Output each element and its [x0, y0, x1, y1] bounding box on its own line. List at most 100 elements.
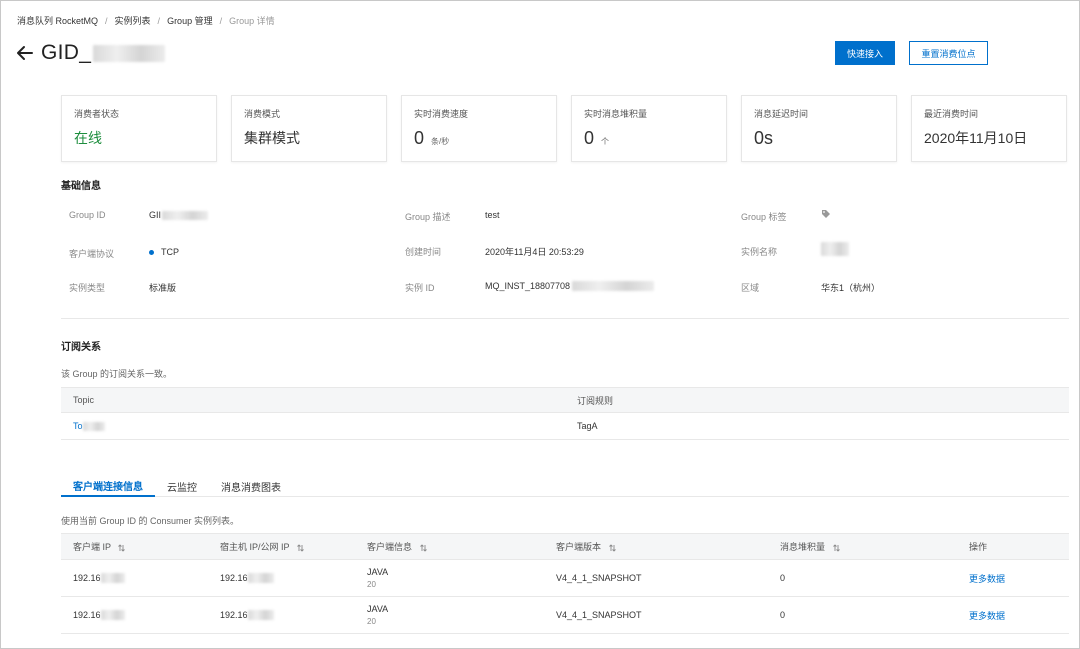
card-unit: 个	[601, 137, 610, 146]
topic-link[interactable]: To	[73, 421, 83, 431]
quick-access-button[interactable]: 快速接入	[835, 41, 895, 65]
more-data-link[interactable]: 更多数据	[957, 609, 1069, 622]
detail-tabs: 客户端连接信息 云监控 消息消费图表	[61, 475, 1069, 497]
column-header-host-ip[interactable]: 宿主机 IP/公网 IP	[208, 540, 355, 553]
column-header-text: 客户端信息	[367, 542, 413, 552]
table-row: 192.16 192.16 JAVA 20 V4_4_1_SNAPSHOT 0 …	[61, 597, 1069, 634]
instance-type-value: 标准版	[149, 283, 177, 293]
column-header-text: 客户端版本	[556, 542, 602, 552]
client-lang-version: 20	[367, 617, 376, 626]
instance-id-label: 实例 ID	[405, 283, 435, 293]
client-info-cell: JAVA 20	[355, 567, 544, 589]
rule-cell: TagA	[577, 421, 598, 431]
tab-client-connections[interactable]: 客户端连接信息	[61, 475, 155, 497]
page-header: GID_	[15, 41, 166, 65]
backlog-cell: 0	[780, 573, 786, 583]
back-arrow-icon[interactable]	[15, 43, 35, 63]
card-label: 消费者状态	[74, 109, 120, 119]
group-desc-label: Group 描述	[405, 212, 451, 222]
column-header-backlog[interactable]: 消息堆积量	[768, 540, 957, 553]
column-header-action: 操作	[969, 542, 988, 552]
column-header-client-ip[interactable]: 客户端 IP	[61, 540, 208, 553]
card-value-row: 0 条/秒	[414, 128, 544, 149]
subscription-title: 订阅关系	[61, 342, 101, 353]
group-id-label: Group ID	[69, 210, 106, 220]
breadcrumb-rocketmq[interactable]: 消息队列 RocketMQ	[17, 14, 98, 27]
column-header-client-version[interactable]: 客户端版本	[544, 540, 768, 553]
host-ip-cell: 192.16	[208, 573, 355, 583]
client-table: 客户端 IP 宿主机 IP/公网 IP 客户端信息 客户端版本 消息堆积量 操作	[61, 533, 1069, 634]
card-value: 0	[414, 128, 425, 148]
group-tag-value	[821, 209, 831, 219]
card-label: 实时消息堆积量	[584, 109, 648, 119]
client-version-cell: V4_4_1_SNAPSHOT	[556, 573, 642, 583]
client-lang: JAVA	[367, 604, 389, 614]
tab-cloud-monitor[interactable]: 云监控	[155, 475, 209, 497]
region-value: 华东1（杭州）	[821, 283, 881, 293]
card-label: 消费模式	[244, 109, 281, 119]
column-header-client-info[interactable]: 客户端信息	[355, 540, 544, 553]
card-label: 实时消费速度	[414, 109, 469, 119]
subscription-desc: 该 Group 的订阅关系一致。	[61, 369, 173, 379]
host-ip-text: 192.16	[220, 610, 248, 620]
instance-type-label: 实例类型	[69, 283, 106, 293]
card-value: 0s	[754, 128, 774, 148]
table-row: To TagA	[61, 413, 1069, 440]
card-value: 0	[584, 128, 595, 148]
more-data-link[interactable]: 更多数据	[957, 572, 1069, 585]
redacted-text	[247, 610, 274, 620]
instance-id-text: MQ_INST_18807708	[485, 281, 571, 291]
sort-icon[interactable]	[832, 543, 840, 552]
sort-icon[interactable]	[608, 543, 616, 552]
breadcrumb-separator: /	[157, 15, 161, 26]
redacted-text	[100, 573, 125, 583]
tag-icon[interactable]	[821, 209, 831, 219]
card-label: 最近消费时间	[924, 109, 979, 119]
column-header-text: 客户端 IP	[73, 542, 111, 552]
instance-name-label: 实例名称	[741, 247, 778, 257]
card-value: 在线	[74, 130, 102, 146]
region-label: 区域	[741, 283, 760, 293]
reset-offset-button[interactable]: 重置消费位点	[909, 41, 988, 65]
client-info-cell: JAVA 20	[355, 604, 544, 626]
column-header-text: 消息堆积量	[780, 542, 826, 552]
table-header-row: Topic 订阅规则	[61, 387, 1069, 413]
host-ip-text: 192.16	[220, 573, 248, 583]
basic-info-title: 基础信息	[61, 181, 101, 192]
topic-cell: To	[61, 421, 565, 431]
sort-icon[interactable]	[297, 543, 304, 552]
redacted-text	[572, 281, 655, 291]
created-time-label: 创建时间	[405, 247, 442, 257]
sort-icon[interactable]	[419, 543, 427, 552]
tab-consume-charts[interactable]: 消息消费图表	[209, 475, 293, 497]
breadcrumb-separator: /	[105, 15, 108, 26]
card-value-row: 0 个	[584, 128, 714, 149]
client-table-desc: 使用当前 Group ID 的 Consumer 实例列表。	[61, 516, 240, 526]
column-header-rule: 订阅规则	[577, 395, 614, 406]
client-ip-text: 192.16	[73, 610, 101, 620]
created-time-value: 2020年11月4日 20:53:29	[485, 247, 584, 257]
client-lang: JAVA	[367, 567, 389, 577]
card-consumer-status: 消费者状态 在线	[61, 95, 217, 162]
column-header-topic: Topic	[73, 395, 95, 405]
redacted-text	[100, 610, 125, 620]
breadcrumb-separator: /	[219, 15, 223, 26]
card-consume-mode: 消费模式 集群模式	[231, 95, 387, 162]
sort-icon[interactable]	[118, 543, 126, 552]
card-label: 消息延迟时间	[754, 109, 809, 119]
client-ip-text: 192.16	[73, 573, 101, 583]
breadcrumb-group-management[interactable]: Group 管理	[167, 14, 213, 27]
client-ip-cell: 192.16	[61, 610, 208, 620]
metric-cards: 消费者状态 在线 消费模式 集群模式 实时消费速度 0 条/秒 实时消息堆积量 …	[61, 95, 1067, 162]
section-divider	[61, 318, 1069, 319]
client-lang-version: 20	[367, 580, 376, 589]
card-consume-speed: 实时消费速度 0 条/秒	[401, 95, 557, 162]
protocol-label: 客户端协议	[69, 249, 115, 259]
status-dot-icon	[149, 249, 154, 255]
page-frame: 消息队列 RocketMQ / 实例列表 / Group 管理 / Group …	[0, 0, 1080, 649]
breadcrumb-instance-list[interactable]: 实例列表	[115, 14, 151, 27]
redacted-text	[247, 573, 274, 583]
card-backlog: 实时消息堆积量 0 个	[571, 95, 727, 162]
redacted-text	[821, 242, 849, 256]
group-id-text: GII	[149, 210, 162, 220]
